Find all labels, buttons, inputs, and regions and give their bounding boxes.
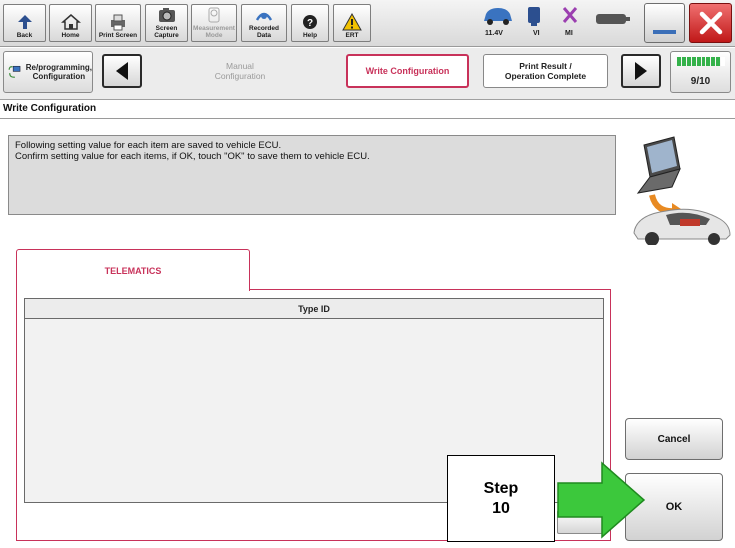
step-callout: Step 10 <box>447 455 555 542</box>
progress-indicator: 9/10 <box>670 51 731 93</box>
tab-telematics-label: TELEMATICS <box>104 265 162 276</box>
battery-voltage: 11.4V <box>485 30 503 37</box>
ert-label: ERT <box>345 32 359 39</box>
back-label: Back <box>16 32 33 39</box>
battery-icon <box>596 14 630 24</box>
back-arrow-icon <box>17 15 32 29</box>
vi-connector-icon <box>528 7 540 26</box>
table-header: Type ID <box>24 298 604 319</box>
laptop-to-vehicle-illustration <box>633 136 731 245</box>
tab-telematics[interactable]: TELEMATICS <box>16 249 250 291</box>
divider <box>0 118 735 119</box>
message-line-1: Following setting value for each item ar… <box>15 140 282 151</box>
previous-step-button[interactable] <box>102 54 142 88</box>
screen-capture-label: Screen Capture <box>154 25 179 39</box>
close-icon <box>699 11 722 35</box>
triangle-left-icon <box>116 62 128 80</box>
back-button[interactable]: Back <box>3 4 46 42</box>
print-screen-button[interactable]: Print Screen <box>95 4 141 42</box>
mi-label: MI <box>565 30 573 37</box>
column-type-id: Type ID <box>298 303 330 314</box>
reprogramming-icon <box>8 65 21 78</box>
camera-icon <box>158 8 175 22</box>
step-callout-line-1: Step <box>483 479 519 497</box>
toolbar: Back Home Print Screen Screen Capture Me… <box>0 0 735 47</box>
reprogramming-configuration-tab[interactable]: Re/programming, Configuration <box>3 51 93 93</box>
cancel-button[interactable]: Cancel <box>625 418 723 460</box>
recorded-data-label: Recorded Data <box>249 25 279 39</box>
section-label: Re/programming, Configuration <box>25 63 92 81</box>
close-button[interactable] <box>689 3 732 43</box>
help-label: Help <box>302 32 318 39</box>
home-button[interactable]: Home <box>49 4 92 42</box>
measurement-mode-label: Measurement Mode <box>193 25 235 39</box>
measurement-mode-button[interactable]: Measurement Mode <box>191 4 237 42</box>
step-write-configuration: Write Configuration <box>346 54 469 88</box>
recorded-data-button[interactable]: Recorded Data <box>241 4 287 42</box>
car-icon <box>484 8 512 25</box>
screen-capture-button[interactable]: Screen Capture <box>145 4 188 42</box>
home-icon <box>60 14 81 30</box>
ert-button[interactable]: ERT <box>333 4 371 42</box>
wizard-nav: Re/programming, Configuration Manual Con… <box>0 48 735 100</box>
progress-text: 9/10 <box>690 76 711 87</box>
page-title: Write Configuration <box>3 103 97 114</box>
triangle-right-icon <box>635 62 647 80</box>
mi-disconnected-icon <box>562 7 578 23</box>
vi-label: VI <box>533 30 540 37</box>
step-callout-line-2: 10 <box>492 499 510 517</box>
minimize-button[interactable] <box>644 3 685 43</box>
print-screen-label: Print Screen <box>98 32 138 39</box>
measurement-icon <box>208 7 220 23</box>
step-print-result: Print Result / Operation Complete <box>483 54 608 88</box>
connection-status: 11.4V VI MI <box>477 2 637 44</box>
green-arrow-icon <box>557 461 646 539</box>
printer-icon <box>111 14 125 31</box>
instruction-message: Following setting value for each item ar… <box>8 135 616 215</box>
recorded-data-icon <box>255 12 273 21</box>
warning-icon <box>342 13 362 31</box>
help-icon: ? <box>303 15 317 29</box>
progress-bar <box>677 57 726 66</box>
help-button[interactable]: ? Help <box>291 4 329 42</box>
message-line-2: Confirm setting value for each items, if… <box>15 151 370 162</box>
home-label: Home <box>61 32 80 39</box>
next-step-button[interactable] <box>621 54 661 88</box>
step-manual-configuration: Manual Configuration <box>214 61 266 81</box>
minimize-icon <box>653 30 676 34</box>
svg-text:?: ? <box>307 18 313 29</box>
